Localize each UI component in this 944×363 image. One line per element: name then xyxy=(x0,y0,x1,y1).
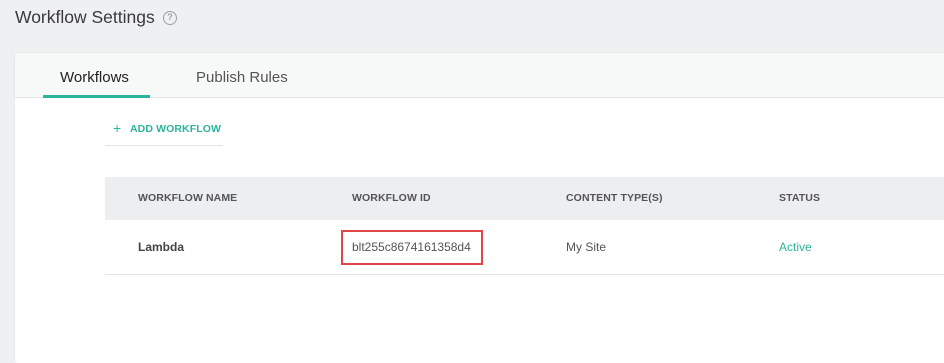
column-header-workflow-name[interactable]: WORKFLOW NAME xyxy=(138,192,237,204)
add-workflow-label: ADD WORKFLOW xyxy=(130,123,222,135)
workflows-table: WORKFLOW NAME WORKFLOW ID CONTENT TYPE(S… xyxy=(105,177,944,275)
help-icon[interactable]: ? xyxy=(163,11,177,25)
table-header: WORKFLOW NAME WORKFLOW ID CONTENT TYPE(S… xyxy=(105,177,944,220)
settings-card: Workflows Publish Rules + ADD WORKFLOW W… xyxy=(15,53,944,363)
workflow-id-cell: blt255c8674161358d4 xyxy=(352,240,471,254)
table-row[interactable]: Lambda blt255c8674161358d4 My Site Activ… xyxy=(105,220,944,275)
add-workflow-button[interactable]: + ADD WORKFLOW xyxy=(105,116,223,146)
active-tab-indicator xyxy=(43,95,150,98)
tab-workflows[interactable]: Workflows xyxy=(60,69,129,86)
column-header-workflow-id[interactable]: WORKFLOW ID xyxy=(352,192,431,204)
content-type-cell: My Site xyxy=(566,240,607,254)
status-cell: Active xyxy=(779,240,812,254)
column-header-content-types[interactable]: CONTENT TYPE(S) xyxy=(566,192,663,204)
workflow-name-cell[interactable]: Lambda xyxy=(138,240,184,254)
page-title: Workflow Settings xyxy=(15,7,155,27)
plus-icon: + xyxy=(113,120,122,136)
tab-bar: Workflows Publish Rules xyxy=(15,53,944,98)
page-header: Workflow Settings ? xyxy=(0,0,944,40)
column-header-status[interactable]: STATUS xyxy=(779,192,820,204)
tab-publish-rules[interactable]: Publish Rules xyxy=(196,69,288,86)
